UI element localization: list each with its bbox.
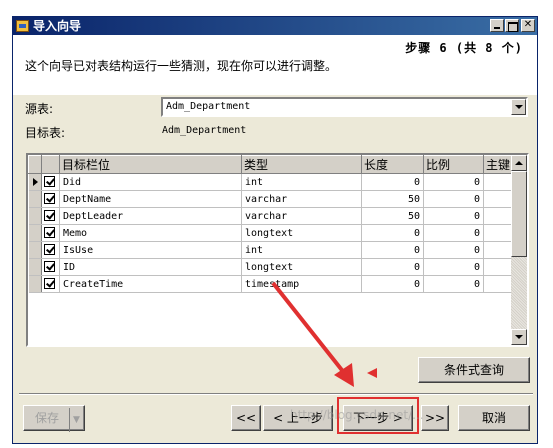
- field-name-cell[interactable]: ID: [59, 258, 242, 276]
- field-type-cell[interactable]: longtext: [241, 258, 362, 276]
- field-length-cell[interactable]: 0: [361, 241, 424, 259]
- grid-vertical-scrollbar[interactable]: [511, 155, 527, 345]
- table-row[interactable]: Did int 0 0: [28, 173, 516, 191]
- target-table-label: 目标表:: [25, 126, 66, 140]
- include-checkbox[interactable]: [41, 207, 60, 225]
- import-wizard-window: 导入向导 ✕ 步骤 6 (共 8 个) 这个向导已对表结构运行一些猜测，现在你可…: [12, 16, 538, 444]
- wizard-header: 步骤 6 (共 8 个) 这个向导已对表结构运行一些猜测，现在你可以进行调整。: [13, 35, 537, 95]
- check-header: [41, 155, 60, 174]
- table-row[interactable]: Memo longtext 0 0: [28, 224, 516, 242]
- column-header-scale[interactable]: 比例: [423, 155, 484, 174]
- wizard-app-icon: [16, 20, 29, 32]
- field-mapping-grid[interactable]: 目标栏位 类型 长度 比例 主键 Did int 0 0 DeptName varchar…: [26, 153, 529, 347]
- close-button[interactable]: ✕: [521, 19, 535, 32]
- field-length-cell[interactable]: 0: [361, 173, 424, 191]
- field-scale-cell[interactable]: 0: [423, 275, 484, 293]
- field-scale-cell[interactable]: 0: [423, 190, 484, 208]
- scroll-thumb[interactable]: [511, 171, 527, 257]
- checkmark-icon[interactable]: [44, 193, 55, 205]
- indicator-header: [28, 155, 42, 174]
- table-row[interactable]: IsUse int 0 0: [28, 241, 516, 259]
- save-button[interactable]: 保存 ▼: [23, 405, 85, 432]
- conditional-query-button[interactable]: 条件式查询: [418, 357, 530, 383]
- field-type-cell[interactable]: int: [241, 241, 362, 259]
- target-table-value: Adm_Department: [162, 125, 247, 136]
- include-checkbox[interactable]: [41, 224, 60, 242]
- field-scale-cell[interactable]: 0: [423, 173, 484, 191]
- field-name-cell[interactable]: IsUse: [59, 241, 242, 259]
- cancel-button[interactable]: 取消: [458, 405, 530, 431]
- source-table-value: Adm_Department: [166, 101, 251, 112]
- checkmark-icon[interactable]: [44, 278, 55, 290]
- checkmark-icon[interactable]: [44, 227, 55, 239]
- source-table-select[interactable]: Adm_Department: [161, 97, 528, 117]
- field-name-cell[interactable]: Memo: [59, 224, 242, 242]
- field-table: 目标栏位 类型 长度 比例 主键 Did int 0 0 DeptName varchar…: [28, 155, 516, 293]
- field-scale-cell[interactable]: 0: [423, 224, 484, 242]
- minimize-button[interactable]: [490, 19, 504, 32]
- checkmark-icon[interactable]: [44, 210, 55, 222]
- field-name-cell[interactable]: CreateTime: [59, 275, 242, 293]
- chevron-down-icon[interactable]: ▼: [69, 408, 83, 432]
- row-indicator: [28, 224, 42, 242]
- field-name-cell[interactable]: Did: [59, 173, 242, 191]
- row-indicator: [28, 241, 42, 259]
- checkmark-icon[interactable]: [44, 261, 55, 273]
- field-type-cell[interactable]: varchar: [241, 190, 362, 208]
- field-length-cell[interactable]: 50: [361, 207, 424, 225]
- scroll-up-icon[interactable]: [511, 155, 527, 171]
- table-row[interactable]: DeptLeader varchar 50 0: [28, 207, 516, 225]
- table-row[interactable]: DeptName varchar 50 0: [28, 190, 516, 208]
- footer-divider: [19, 393, 533, 395]
- field-length-cell[interactable]: 50: [361, 190, 424, 208]
- field-length-cell[interactable]: 0: [361, 258, 424, 276]
- include-checkbox[interactable]: [41, 258, 60, 276]
- field-name-cell[interactable]: DeptName: [59, 190, 242, 208]
- field-scale-cell[interactable]: 0: [423, 207, 484, 225]
- row-indicator: [28, 275, 42, 293]
- field-scale-cell[interactable]: 0: [423, 258, 484, 276]
- step-indicator: 步骤 6 (共 8 个): [405, 41, 523, 55]
- row-indicator: [28, 173, 42, 191]
- include-checkbox[interactable]: [41, 173, 60, 191]
- title-bar[interactable]: 导入向导 ✕: [13, 17, 537, 35]
- checkmark-icon[interactable]: [44, 176, 55, 188]
- maximize-button[interactable]: [505, 19, 519, 32]
- row-indicator: [28, 258, 42, 276]
- watermark-text: http://blog.csdn.net/...: [290, 408, 424, 422]
- table-row[interactable]: CreateTime timestamp 0 0: [28, 275, 516, 293]
- include-checkbox[interactable]: [41, 241, 60, 259]
- field-length-cell[interactable]: 0: [361, 224, 424, 242]
- column-header-type[interactable]: 类型: [241, 155, 362, 174]
- save-button-label: 保存: [34, 411, 59, 425]
- field-type-cell[interactable]: longtext: [241, 224, 362, 242]
- row-indicator: [28, 190, 42, 208]
- field-type-cell[interactable]: timestamp: [241, 275, 362, 293]
- field-name-cell[interactable]: DeptLeader: [59, 207, 242, 225]
- field-type-cell[interactable]: varchar: [241, 207, 362, 225]
- wizard-description: 这个向导已对表结构运行一些猜测，现在你可以进行调整。: [25, 59, 338, 73]
- column-header-field[interactable]: 目标栏位: [59, 155, 242, 174]
- column-header-length[interactable]: 长度: [361, 155, 424, 174]
- chevron-down-icon[interactable]: [511, 99, 526, 115]
- field-scale-cell[interactable]: 0: [423, 241, 484, 259]
- include-checkbox[interactable]: [41, 275, 60, 293]
- include-checkbox[interactable]: [41, 190, 60, 208]
- source-table-label: 源表:: [25, 102, 54, 116]
- window-title: 导入向导: [33, 19, 82, 33]
- first-step-button[interactable]: <<: [231, 405, 261, 431]
- field-length-cell[interactable]: 0: [361, 275, 424, 293]
- field-type-cell[interactable]: int: [241, 173, 362, 191]
- row-indicator: [28, 207, 42, 225]
- checkmark-icon[interactable]: [44, 244, 55, 256]
- last-step-button[interactable]: >>: [421, 405, 449, 431]
- table-row[interactable]: ID longtext 0 0: [28, 258, 516, 276]
- scroll-down-icon[interactable]: [511, 329, 527, 345]
- grid-header-row: 目标栏位 类型 长度 比例 主键: [28, 155, 516, 174]
